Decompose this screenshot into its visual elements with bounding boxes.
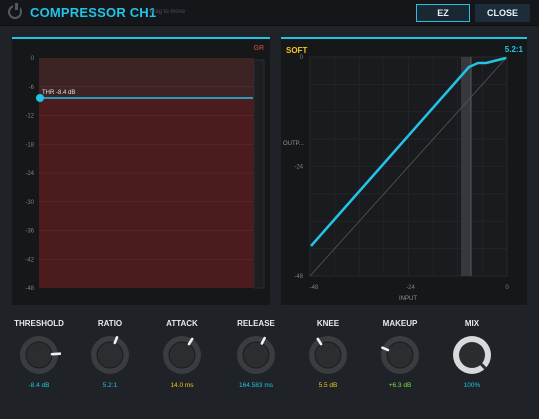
knob-makeup[interactable]: MAKEUP +6.3 dB <box>368 319 432 389</box>
gain-reduction-panel: 0 -6 -12 -18 -24 -30 -36 -42 -48 THR -8.4 dB GR <box>12 37 270 305</box>
knob-value: 100% <box>463 382 481 389</box>
knob-dial[interactable] <box>160 333 204 377</box>
knob-dial[interactable] <box>378 333 422 377</box>
knob-dial[interactable] <box>234 333 278 377</box>
knob-dial[interactable] <box>306 333 350 377</box>
db-tick-label: -24 <box>25 171 34 177</box>
knob-value: -8.4 dB <box>28 382 50 389</box>
gr-label: GR <box>253 45 265 52</box>
close-button[interactable]: CLOSE <box>475 4 530 22</box>
knee-band <box>461 57 471 276</box>
knob-threshold[interactable]: THRESHOLD -8.4 dB <box>7 319 71 389</box>
knob-dial[interactable] <box>88 333 132 377</box>
knob-label: KNEE <box>316 319 340 328</box>
y-tick-label: -24 <box>294 165 303 171</box>
knob-value: +6.3 dB <box>388 382 412 389</box>
compressor-window: COMPRESSOR CH1 drag to move EZ CLOSE 0 -6… <box>0 0 539 419</box>
ratio-readout: 5.2:1 <box>504 45 523 54</box>
x-tick-label: 0 <box>505 285 509 291</box>
knob-dial[interactable] <box>450 333 494 377</box>
db-tick-label: 0 <box>31 56 35 62</box>
x-axis-label: INPUT <box>399 296 417 302</box>
title-bar[interactable]: COMPRESSOR CH1 drag to move EZ CLOSE <box>0 0 539 26</box>
knob-label: RELEASE <box>237 319 275 328</box>
db-tick-label: -30 <box>25 200 34 206</box>
knob-label: MAKEUP <box>382 319 418 328</box>
knob-value: 164.583 ms <box>239 382 273 389</box>
window-title: COMPRESSOR CH1 <box>30 5 157 20</box>
knob-knee[interactable]: KNEE 5.5 dB <box>296 319 360 389</box>
knee-mode-label[interactable]: SOFT <box>286 46 307 55</box>
knob-cap <box>314 341 342 369</box>
knob-value: 14.0 ms <box>170 382 194 389</box>
x-tick-label: -24 <box>406 285 415 291</box>
y-tick-label: 0 <box>300 55 304 61</box>
knob-label: ATTACK <box>166 319 198 328</box>
db-tick-label: -36 <box>25 229 34 235</box>
y-tick-label: -48 <box>294 274 303 280</box>
knob-ratio[interactable]: RATIO 5.2:1 <box>78 319 142 389</box>
knob-release[interactable]: RELEASE 164.583 ms <box>224 319 288 389</box>
knob-cap <box>386 341 414 369</box>
knob-label: RATIO <box>97 319 123 328</box>
knob-cap <box>242 341 270 369</box>
y-axis-label: OUTP... <box>283 141 304 147</box>
ez-button[interactable]: EZ <box>416 4 470 22</box>
knob-cap <box>25 341 53 369</box>
knob-mix[interactable]: MIX 100% <box>440 319 504 389</box>
db-tick-label: -48 <box>25 286 34 292</box>
db-tick-label: -12 <box>25 114 34 120</box>
knob-dial[interactable] <box>17 333 61 377</box>
knob-attack[interactable]: ATTACK 14.0 ms <box>150 319 214 389</box>
gr-meter-slot <box>253 59 265 289</box>
x-tick-label: -48 <box>310 285 319 291</box>
knob-label: THRESHOLD <box>14 319 64 328</box>
transfer-curve: OUTP... INPUT 0 -24 -48 -48 -24 0 <box>283 55 509 302</box>
knob-cap <box>168 341 196 369</box>
db-tick-label: -18 <box>25 142 34 148</box>
knob-pointer <box>50 352 61 356</box>
knob-cap <box>96 341 124 369</box>
knob-value: 5.5 dB <box>318 382 338 389</box>
gr-meter: 0 -6 -12 -18 -24 -30 -36 -42 -48 THR -8.4 dB <box>25 56 265 292</box>
db-scale: 0 -6 -12 -18 -24 -30 -36 -42 -48 <box>25 56 34 292</box>
power-icon[interactable] <box>8 3 22 19</box>
knob-label: MIX <box>464 319 480 328</box>
threshold-label: THR -8.4 dB <box>42 90 75 96</box>
db-tick-label: -42 <box>25 257 34 263</box>
knob-value: 5.2:1 <box>102 382 118 389</box>
drag-hint: drag to move <box>150 9 186 15</box>
transfer-curve-panel: OUTP... INPUT 0 -24 -48 -48 -24 0 SOFT 5.2:1 <box>281 37 527 305</box>
db-tick-label: -6 <box>29 85 35 91</box>
